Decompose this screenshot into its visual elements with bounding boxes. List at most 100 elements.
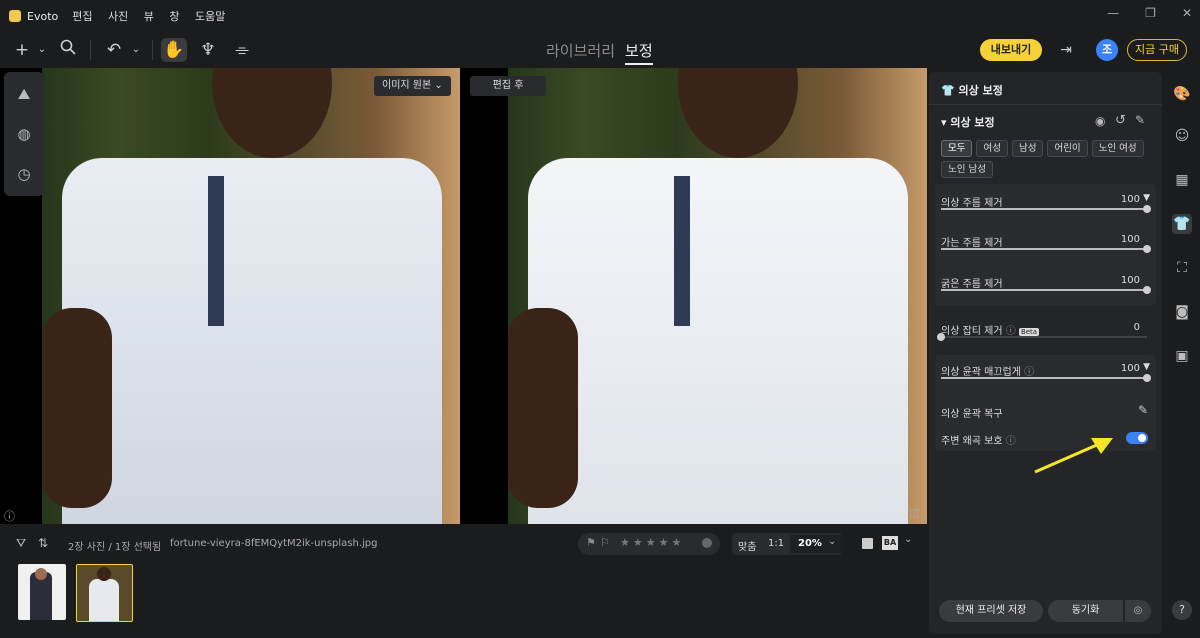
contour-restore-row: 의상 윤곽 복구 ✎ (941, 403, 1148, 420)
undo-icon[interactable]: ↶ (102, 38, 126, 62)
expand-caret-icon[interactable]: ▼ (1143, 193, 1150, 203)
buy-now-button[interactable]: 지금 구매 (1127, 39, 1187, 61)
chip-all[interactable]: 모두 (941, 140, 973, 157)
help-button[interactable]: ? (1172, 600, 1192, 620)
reject-flag-icon[interactable]: ⚐ (600, 536, 610, 549)
image-canvas[interactable]: 이미지 원본 ⌄ 편집 후 ⓘ ◫ (0, 68, 927, 524)
zoom-controls: 맞춤 1:1 20% ⌄ (732, 533, 842, 555)
thumbnail-selected[interactable] (76, 564, 133, 622)
menu-help[interactable]: 도움말 (195, 10, 225, 23)
undo-history-chevron-icon[interactable]: ⌄ (124, 38, 148, 62)
rating-bar: ⚑ ⚐ ★★★★★ (578, 533, 720, 555)
chevron-down-icon: ⌄ (434, 80, 443, 91)
original-image-dropdown[interactable]: 이미지 원본 ⌄ (374, 76, 451, 96)
photo-count: 2장 사진 / 1장 선택됨 (68, 542, 162, 553)
color-label-icon[interactable] (702, 538, 712, 548)
menu-window[interactable]: 창 (169, 10, 179, 23)
restore-icon[interactable]: ❐ (1145, 6, 1156, 20)
eraser-brush-icon[interactable]: ✎ (1135, 113, 1145, 127)
face-icon[interactable]: ☺ (1172, 126, 1192, 146)
info-icon[interactable]: ⓘ (4, 508, 15, 524)
evoto-logo-icon (9, 10, 21, 22)
slider-knob[interactable] (1143, 205, 1151, 213)
flag-icon[interactable]: ⚑ (586, 536, 596, 549)
slider-lint-removal: 의상 잡티 제거 ⓘ Beta 0 (937, 322, 1150, 352)
menu-view[interactable]: 뷰 (144, 10, 154, 23)
chip-male[interactable]: 남성 (1011, 140, 1044, 157)
sync-button[interactable]: 동기화 (1048, 600, 1123, 622)
slider-knob[interactable] (1143, 374, 1151, 382)
palette-icon[interactable]: 🎨 (1172, 84, 1192, 104)
sort-icon[interactable]: ⇅ (38, 536, 48, 550)
clock-icon[interactable]: ◷ (12, 162, 36, 186)
slider-track[interactable] (941, 205, 1151, 213)
folder-icon[interactable]: ▣ (1172, 346, 1192, 366)
slider-track[interactable] (941, 245, 1151, 253)
slider-track[interactable] (941, 286, 1151, 294)
landscape-icon[interactable]: ⛰ (12, 82, 36, 106)
expand-caret-icon[interactable]: ▼ (1143, 362, 1150, 372)
slider-thick-wrinkle: 굵은 주름 제거 100 (941, 275, 1151, 305)
slider-knob[interactable] (1143, 286, 1151, 294)
slider-knob[interactable] (1143, 245, 1151, 253)
single-view-icon[interactable] (862, 538, 873, 549)
star-rating[interactable]: ★★★★★ (620, 536, 684, 549)
search-icon[interactable] (56, 38, 80, 62)
share-panel-icon[interactable]: ⇥ (1054, 38, 1078, 62)
thumbnail[interactable] (18, 564, 66, 620)
pattern-icon[interactable]: ◍ (12, 122, 36, 146)
menu-edit[interactable]: 편집 (72, 10, 92, 23)
chevron-down-icon[interactable]: ⌄ (828, 536, 836, 547)
after-image (508, 68, 927, 524)
reset-icon[interactable]: ↺ (1115, 113, 1126, 128)
tab-library[interactable]: 라이브러리 (546, 40, 615, 65)
sync-options-icon[interactable]: ◎ (1125, 600, 1151, 622)
window-controls: — ❐ ✕ (1107, 6, 1192, 20)
before-image (42, 68, 460, 524)
fit-button[interactable]: 맞춤 (738, 538, 756, 553)
after-edit-label: 편집 후 (470, 76, 546, 96)
app-name: Evoto (27, 9, 59, 23)
slider-track[interactable] (937, 333, 1147, 341)
chip-female[interactable]: 여성 (976, 140, 1008, 157)
section-title[interactable]: ▾ 의상 보정 (941, 114, 995, 130)
slider-knob[interactable] (937, 333, 945, 341)
close-icon[interactable]: ✕ (1182, 6, 1192, 20)
restore-brush-icon[interactable]: ✎ (1138, 403, 1148, 417)
chip-child[interactable]: 어린이 (1047, 140, 1088, 157)
crop-icon[interactable]: ⛶ (1172, 258, 1192, 278)
collapse-caret-icon: ▾ (941, 116, 951, 129)
slider-track[interactable] (941, 374, 1151, 382)
clothing-icon[interactable]: 👕 (1172, 214, 1192, 234)
camera-icon[interactable]: ◙ (1172, 302, 1192, 322)
save-preset-button[interactable]: 현재 프리셋 저장 (939, 600, 1043, 622)
distortion-protect-toggle[interactable] (1126, 432, 1148, 444)
chip-elderly-female[interactable]: 노인 여성 (1091, 140, 1144, 157)
chip-elderly-male[interactable]: 노인 남성 (941, 161, 993, 178)
avatar[interactable]: 조 (1096, 39, 1118, 61)
zoom-value[interactable]: 20% (798, 538, 822, 549)
filter-icon[interactable]: ⛛ (16, 536, 26, 551)
filmstrip (0, 564, 927, 638)
help-icon[interactable]: ⓘ (1006, 436, 1016, 447)
chevron-down-icon[interactable]: ⌄ (904, 534, 912, 545)
minimize-icon[interactable]: — (1107, 6, 1119, 20)
menu-bar: 편집 사진 뷰 창 도움말 (72, 8, 237, 24)
annotation-arrow (1034, 438, 1113, 474)
background-icon[interactable]: ▦ (1172, 170, 1192, 190)
bandage-tool-icon[interactable]: ⌯ (230, 38, 254, 62)
hand-tool-icon[interactable]: ✋ (161, 38, 187, 62)
before-after-view-icon[interactable]: BA (882, 536, 898, 550)
menu-photo[interactable]: 사진 (108, 10, 128, 23)
brush-tool-icon[interactable]: ♆ (196, 38, 220, 62)
clothing-adjust-panel: 👕 의상 보정 ▾ 의상 보정 ◉ ↺ ✎ 모두 여성 남성 어린이 노인 여성… (929, 72, 1162, 634)
export-button[interactable]: 내보내기 (980, 39, 1042, 61)
ratio-button[interactable]: 1:1 (768, 538, 784, 549)
tab-edit[interactable]: 보정 (625, 40, 653, 65)
mode-tabs: 라이브러리 보정 (546, 40, 653, 65)
chevron-down-icon[interactable]: ⌄ (30, 38, 54, 62)
split-view-icon[interactable]: ◫ (909, 506, 919, 519)
original-label: 이미지 원본 (382, 80, 432, 91)
preview-eye-icon[interactable]: ◉ (1095, 114, 1105, 128)
bottom-bar: ⛛ ⇅ 2장 사진 / 1장 선택됨 fortune-vieyra-8fEMQy… (0, 524, 927, 564)
